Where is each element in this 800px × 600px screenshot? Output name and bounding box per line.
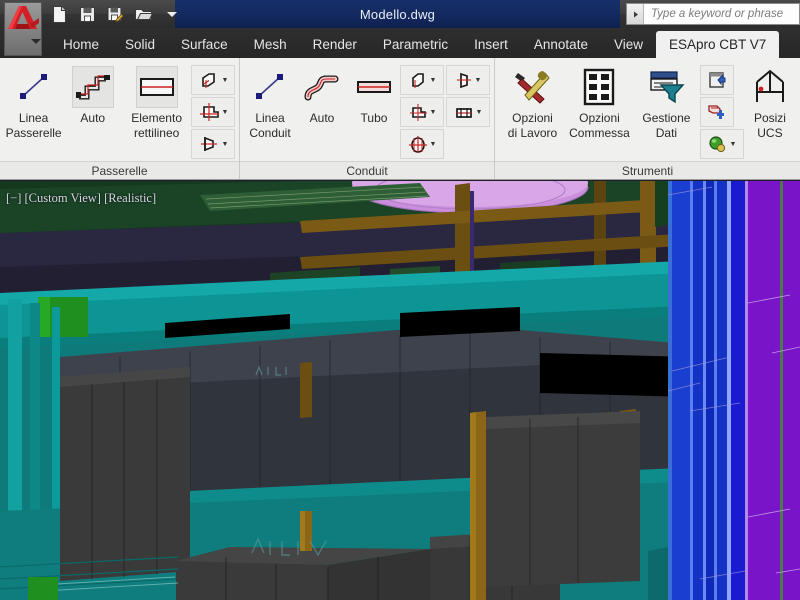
conduit-cap-icon <box>456 72 471 88</box>
tab-view[interactable]: View <box>601 31 656 58</box>
tray-elbow-button[interactable]: ▼ <box>191 65 235 95</box>
elemento-rettilineo-label-line2: rettilineo <box>133 126 180 140</box>
tray-tee-icon <box>199 103 219 121</box>
application-menu-caret-icon[interactable] <box>30 34 42 52</box>
viewport-label[interactable]: [−] [Custom View] [Realistic] <box>6 191 156 206</box>
pipe-icon <box>353 66 395 108</box>
tab-esapro-cbt[interactable]: ESApro CBT V7 <box>655 31 780 58</box>
linea-conduit-label-line2: Conduit <box>249 126 291 140</box>
tray-tee-button[interactable]: ▼ <box>191 97 235 127</box>
gestione-dati-button[interactable]: Gestione Dati <box>633 62 700 141</box>
new-document-button[interactable] <box>46 2 73 26</box>
green-sphere-icon <box>709 135 726 152</box>
open-file-button[interactable] <box>130 2 157 26</box>
line-segment-icon <box>13 66 55 108</box>
ribbon-tab-strip: Home Solid Surface Mesh Render Parametri… <box>0 28 800 58</box>
hammer-wrench-icon <box>511 66 553 108</box>
posiziona-ucs-label-line1: Posizi <box>753 111 786 125</box>
auto-conduit-route-icon <box>301 66 343 108</box>
tab-home[interactable]: Home <box>50 31 112 58</box>
tab-insert[interactable]: Insert <box>461 31 521 58</box>
tab-annotate[interactable]: Annotate <box>521 31 601 58</box>
export-page-icon <box>709 72 726 88</box>
straight-element-icon <box>135 66 178 108</box>
data-filter-icon <box>645 66 687 108</box>
ribbon-panel-conduit: Linea Conduit Auto Tubo ▼ ▼ ▼ ▼ ▼ Condui… <box>240 58 494 179</box>
ribbon-panel-passerelle: Linea Passerelle Auto Elemento rettiline… <box>0 58 239 179</box>
conduit-small-buttons: ▼ ▼ ▼ ▼ ▼ <box>400 62 490 159</box>
save-button[interactable] <box>74 2 101 26</box>
export-page-button[interactable] <box>699 65 734 95</box>
ribbon: Linea Passerelle Auto Elemento rettiline… <box>0 58 800 180</box>
grid-table-icon <box>578 66 620 108</box>
linea-passerelle-button[interactable]: Linea Passerelle <box>4 62 63 141</box>
drawing-viewport[interactable]: [−] [Custom View] [Realistic] <box>0 181 800 600</box>
elemento-rettilineo-label-line1: Elemento <box>131 111 182 125</box>
title-bar: Modello.dwg Type a keyword or phrase <box>0 0 800 28</box>
linea-conduit-label-line1: Linea <box>255 111 285 125</box>
customize-quick-access-button[interactable] <box>158 2 185 26</box>
auto-conduit-button[interactable]: Auto <box>296 62 348 126</box>
search-expand-icon[interactable] <box>627 4 644 24</box>
search-box[interactable]: Type a keyword or phrase <box>626 3 800 25</box>
auto-passerelle-button[interactable]: Auto <box>63 62 122 126</box>
conduit-cross-button[interactable]: ▼ <box>400 129 444 159</box>
tab-solid[interactable]: Solid <box>112 31 168 58</box>
gestione-dati-label-line1: Gestione <box>642 111 691 125</box>
tray-reducer-button[interactable]: ▼ <box>191 129 235 159</box>
quick-access-toolbar <box>46 0 185 28</box>
page-title: Modello.dwg <box>359 6 436 22</box>
linea-passerelle-label-line1: Linea <box>18 111 49 125</box>
opzioni-commessa-button[interactable]: Opzioni Commessa <box>566 62 633 141</box>
insert-block-button[interactable] <box>699 97 734 127</box>
conduit-coupling-icon <box>455 107 472 118</box>
auto-conduit-label: Auto <box>309 111 335 125</box>
insert-block-icon <box>708 105 724 119</box>
passerelle-small-buttons: ▼ ▼ ▼ <box>191 62 235 159</box>
conduit-tee-icon <box>409 103 427 121</box>
tubo-label: Tubo <box>360 111 388 125</box>
save-as-button[interactable] <box>102 2 129 26</box>
ucs-position-icon <box>749 66 791 108</box>
posiziona-ucs-label-line2: UCS <box>757 126 783 140</box>
posiziona-ucs-button[interactable]: Posizi UCS <box>744 62 796 141</box>
panel-title-strumenti: Strumenti <box>495 161 800 179</box>
tray-elbow-icon <box>201 73 215 88</box>
search-input[interactable]: Type a keyword or phrase <box>644 8 783 20</box>
model-3d-scene <box>0 181 800 600</box>
gestione-dati-label-line2: Dati <box>655 126 678 140</box>
opzioni-di-lavoro-button[interactable]: Opzioni di Lavoro <box>499 62 566 141</box>
opzioni-commessa-label-line1: Opzioni <box>579 111 620 125</box>
conduit-cross-icon <box>408 135 427 153</box>
conduit-coupling-button[interactable]: ▼ <box>446 97 490 127</box>
conduit-tee-button[interactable]: ▼ <box>400 97 444 127</box>
elemento-rettilineo-button[interactable]: Elemento rettilineo <box>122 62 191 141</box>
line-segment-icon <box>249 66 291 108</box>
panel-title-passerelle: Passerelle <box>0 161 239 179</box>
tab-parametric[interactable]: Parametric <box>370 31 461 58</box>
tab-surface[interactable]: Surface <box>168 31 241 58</box>
tubo-button[interactable]: Tubo <box>348 62 400 126</box>
ribbon-panel-strumenti: Opzioni di Lavoro Opzioni Commessa Gesti… <box>495 58 800 179</box>
opzioni-di-lavoro-label-line2: di Lavoro <box>507 126 558 140</box>
conduit-elbow-icon <box>411 72 424 88</box>
strumenti-small-buttons: ▼ <box>699 62 744 159</box>
document-title-area: Modello.dwg <box>175 0 620 28</box>
opzioni-commessa-label-line2: Commessa <box>569 126 630 140</box>
linea-conduit-button[interactable]: Linea Conduit <box>244 62 296 141</box>
tray-reducer-icon <box>200 136 217 152</box>
render-object-button[interactable]: ▼ <box>699 129 744 159</box>
autocad-window: Modello.dwg Type a keyword or phrase Hom… <box>0 0 800 600</box>
conduit-elbow-button[interactable]: ▼ <box>400 65 444 95</box>
tab-mesh[interactable]: Mesh <box>241 31 300 58</box>
conduit-cap-button[interactable]: ▼ <box>446 65 490 95</box>
panel-title-conduit: Conduit <box>240 161 494 179</box>
linea-passerelle-label-line2: Passerelle <box>5 126 62 140</box>
auto-cabletray-route-icon <box>71 66 114 108</box>
opzioni-di-lavoro-label-line1: Opzioni <box>512 111 553 125</box>
auto-passerelle-label: Auto <box>80 111 106 125</box>
tab-render[interactable]: Render <box>300 31 370 58</box>
